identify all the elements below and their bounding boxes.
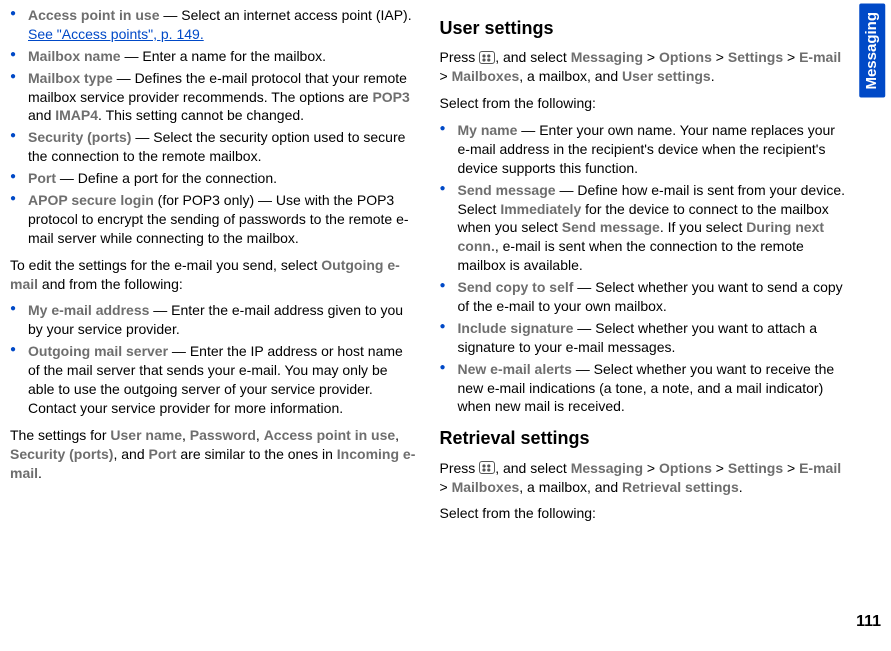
setting-label: Mailbox type: [28, 70, 113, 86]
setting-label: Send copy to self: [458, 279, 574, 295]
list-user-settings: My name — Enter your own name. Your name…: [440, 121, 846, 416]
setting-label: Include signature: [458, 320, 574, 336]
list-item: APOP secure login (for POP3 only) — Use …: [10, 191, 416, 248]
paragraph-outgoing-intro: To edit the settings for the e-mail you …: [10, 256, 416, 294]
list-item: My e-mail address — Enter the e-mail add…: [10, 301, 416, 339]
list-connection-settings: Access point in use — Select an internet…: [10, 6, 416, 248]
page-number: 111: [856, 611, 881, 633]
list-item: Mailbox type — Defines the e-mail protoc…: [10, 69, 416, 126]
list-item: Port — Define a port for the connection.: [10, 169, 416, 188]
list-item: My name — Enter your own name. Your name…: [440, 121, 846, 178]
paragraph-press-retrieval: Press , and select Messaging > Options >…: [440, 459, 846, 497]
paragraph-select: Select from the following:: [440, 94, 846, 113]
list-item: Outgoing mail server — Enter the IP addr…: [10, 342, 416, 418]
setting-label: Port: [28, 170, 56, 186]
setting-label: Outgoing mail server: [28, 343, 168, 359]
list-item: Send copy to self — Select whether you w…: [440, 278, 846, 316]
list-outgoing-settings: My e-mail address — Enter the e-mail add…: [10, 301, 416, 417]
setting-label: My e-mail address: [28, 302, 149, 318]
list-item: Security (ports) — Select the security o…: [10, 128, 416, 166]
setting-label: APOP secure login: [28, 192, 154, 208]
list-item: Send message — Define how e-mail is sent…: [440, 181, 846, 275]
heading-retrieval-settings: Retrieval settings: [440, 426, 846, 450]
heading-user-settings: User settings: [440, 16, 846, 40]
paragraph-similar-settings: The settings for User name, Password, Ac…: [10, 426, 416, 483]
side-tab: Messaging 111: [845, 0, 891, 651]
setting-label: My name: [458, 122, 518, 138]
section-tab-label: Messaging: [859, 4, 885, 98]
menu-key-icon: [479, 461, 495, 474]
left-column: Access point in use — Select an internet…: [10, 6, 428, 645]
page-content: Access point in use — Select an internet…: [0, 0, 845, 651]
option-pop3: POP3: [372, 89, 409, 105]
setting-label: Send message: [458, 182, 556, 198]
list-item: Include signature — Select whether you w…: [440, 319, 846, 357]
setting-text: — Select an internet access point (IAP).: [159, 7, 411, 23]
paragraph-press-user: Press , and select Messaging > Options >…: [440, 48, 846, 86]
list-item: Access point in use — Select an internet…: [10, 6, 416, 44]
setting-label: Mailbox name: [28, 48, 121, 64]
list-item: Mailbox name — Enter a name for the mail…: [10, 47, 416, 66]
link-access-points[interactable]: See "Access points", p. 149.: [28, 26, 204, 42]
setting-label: Security (ports): [28, 129, 131, 145]
option-imap4: IMAP4: [55, 107, 98, 123]
paragraph-select2: Select from the following:: [440, 504, 846, 523]
list-item: New e-mail alerts — Select whether you w…: [440, 360, 846, 417]
setting-text: — Define a port for the connection.: [56, 170, 277, 186]
setting-text: — Enter a name for the mailbox.: [121, 48, 326, 64]
setting-label: New e-mail alerts: [458, 361, 572, 377]
setting-label: Access point in use: [28, 7, 159, 23]
menu-key-icon: [479, 51, 495, 64]
right-column: User settings Press , and select Messagi…: [428, 6, 846, 645]
